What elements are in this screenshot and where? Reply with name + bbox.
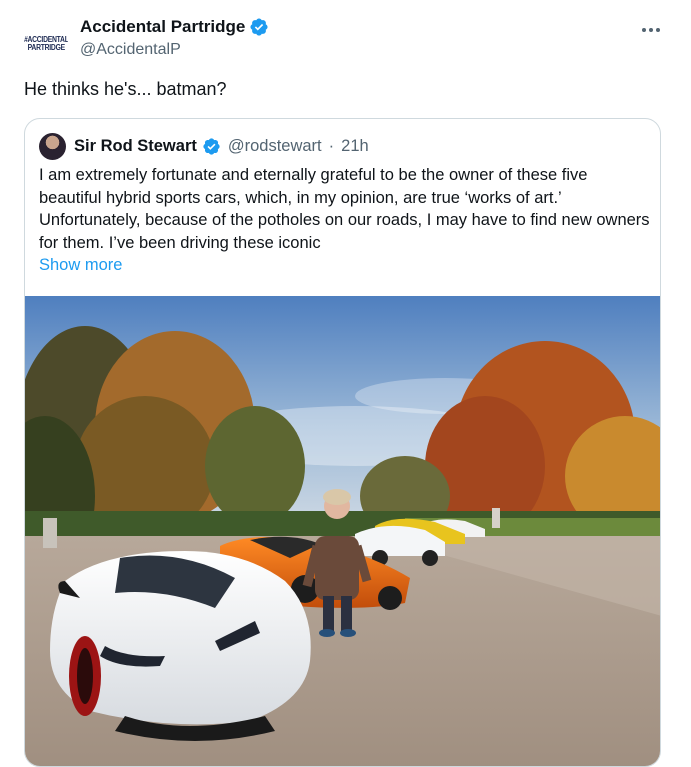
- author-handle[interactable]: @AccidentalP: [80, 41, 181, 59]
- verified-badge-icon: [203, 138, 220, 155]
- cars-photo[interactable]: [25, 296, 660, 766]
- author-name-row: Accidental Partridge: [80, 17, 269, 37]
- tweet[interactable]: #ACCIDENTAL PARTRIDGE Accidental Partrid…: [0, 0, 691, 767]
- author-display-name[interactable]: Accidental Partridge: [80, 17, 245, 37]
- quoted-text: I am extremely fortunate and eternally g…: [39, 166, 650, 252]
- separator-dot: ·: [328, 137, 335, 155]
- quoted-time[interactable]: 21h: [341, 137, 369, 156]
- avatar[interactable]: #ACCIDENTAL PARTRIDGE: [24, 22, 68, 66]
- show-more-link[interactable]: Show more: [39, 256, 122, 275]
- quoted-tweet[interactable]: Sir Rod Stewart @rodstewart · 21h I am e…: [24, 118, 661, 767]
- more-dots-icon: [642, 28, 660, 32]
- quoted-handle[interactable]: @rodstewart: [228, 137, 322, 156]
- quoted-display-name[interactable]: Sir Rod Stewart: [74, 137, 197, 156]
- quoted-header: Sir Rod Stewart @rodstewart · 21h: [39, 133, 369, 160]
- verified-badge-icon: [250, 18, 268, 36]
- quoted-avatar[interactable]: [39, 133, 66, 160]
- more-button[interactable]: [639, 18, 663, 42]
- accidental-partridge-logo: #ACCIDENTAL PARTRIDGE: [24, 35, 68, 52]
- tweet-text: He thinks he's... batman?: [24, 79, 227, 99]
- cars-photo-illustration: [25, 296, 660, 766]
